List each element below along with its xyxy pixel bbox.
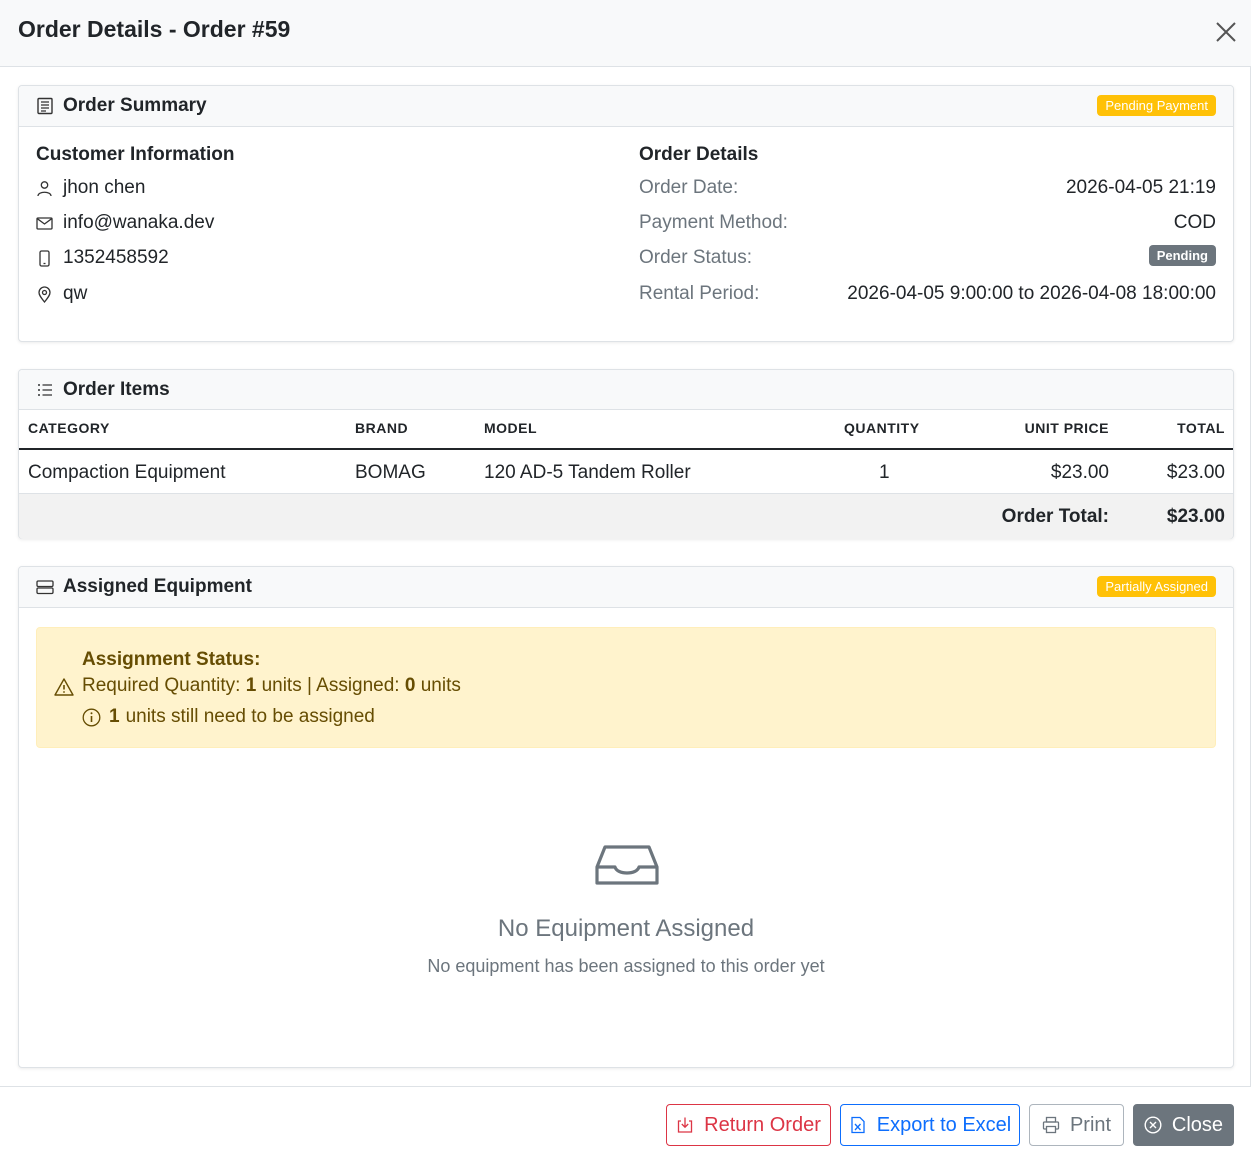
column-header-quantity: QUANTITY [844, 420, 920, 436]
customer-email-row: info@wanaka.dev [36, 211, 214, 235]
receipt-icon [37, 97, 53, 115]
order-total-value: $23.00 [1166, 506, 1225, 527]
customer-name-row: jhon chen [36, 176, 145, 200]
cell-brand: BOMAG [355, 462, 426, 483]
customer-info-heading: Customer Information [36, 144, 235, 165]
assignment-status-badge: Partially Assigned [1097, 576, 1216, 597]
assigned-quantity-value: 0 [404, 675, 416, 696]
customer-email: info@wanaka.dev [63, 212, 215, 233]
column-header-category: CATEGORY [28, 420, 110, 436]
column-header-model: MODEL [484, 420, 538, 436]
assigned-equipment-title: Assigned Equipment [63, 576, 252, 597]
order-date-value: 2026-04-05 21:19 [1065, 177, 1216, 198]
payment-method-value: COD [1173, 212, 1216, 233]
info-circle-icon [82, 708, 101, 726]
export-excel-button[interactable]: Export to Excel [840, 1104, 1020, 1146]
list-icon [38, 384, 52, 396]
modal-footer: Return Order Export to Excel Print Close [0, 1086, 1251, 1164]
order-details-heading: Order Details [639, 144, 759, 165]
customer-address: qw [63, 283, 88, 304]
required-quantity-line: Required Quantity: 1 units | Assigned: 0… [82, 675, 461, 697]
cell-unit-price: $23.00 [1050, 462, 1109, 483]
x-circle-icon [1144, 1116, 1162, 1134]
inbox-icon [595, 845, 659, 885]
required-quantity-label: Required Quantity: [82, 675, 241, 696]
print-button[interactable]: Print [1029, 1104, 1124, 1146]
return-order-label: Return Order [704, 1113, 821, 1136]
remaining-units-line: 1 units still need to be assigned [82, 706, 375, 728]
cell-model: 120 AD-5 Tandem Roller [484, 462, 691, 483]
order-details-modal: Order Details - Order #59 Order Summary … [0, 0, 1251, 1164]
order-items-title: Order Items [63, 379, 170, 400]
order-status-label: Order Status: [639, 247, 752, 268]
required-quantity-value: 1 [245, 675, 257, 696]
table-header-divider [19, 448, 1233, 450]
location-pin-icon [38, 285, 51, 303]
assigned-equipment-header: Assigned Equipment Partially Assigned [19, 567, 1233, 608]
print-label: Print [1069, 1113, 1112, 1136]
column-header-unit-price: UNIT PRICE [1024, 420, 1109, 436]
person-icon [37, 180, 52, 196]
empty-state-title: No Equipment Assigned [497, 915, 755, 942]
remaining-units-text: units still need to be assigned [125, 706, 375, 727]
order-summary-title: Order Summary [63, 95, 207, 116]
phone-icon [39, 249, 50, 267]
cell-category: Compaction Equipment [28, 462, 226, 483]
customer-phone: 1352458592 [63, 247, 169, 268]
hdd-stack-icon [36, 580, 54, 595]
close-icon[interactable] [1212, 18, 1240, 46]
order-total-label: Order Total: [1001, 506, 1109, 527]
order-items-header: Order Items [19, 370, 1233, 410]
order-summary-header: Order Summary Pending Payment [19, 86, 1233, 127]
box-arrow-in-down-icon [677, 1117, 693, 1133]
printer-icon [1042, 1116, 1060, 1134]
column-header-brand: BRAND [355, 420, 409, 436]
column-header-total: TOTAL [1177, 420, 1225, 436]
remaining-units-value: 1 [109, 706, 120, 727]
export-excel-label: Export to Excel [876, 1113, 1012, 1136]
order-items-card: Order Items CATEGORY BRAND MODEL QUANTIT… [18, 369, 1234, 539]
rental-period-value: 2026-04-05 9:00:00 to 2026-04-08 18:00:0… [847, 283, 1216, 304]
assigned-label: units | Assigned: [261, 675, 400, 696]
assigned-equipment-card: Assigned Equipment Partially Assigned As… [18, 566, 1234, 1068]
file-excel-icon [851, 1116, 865, 1134]
customer-address-row: qw [36, 282, 87, 306]
customer-name: jhon chen [63, 177, 146, 198]
cell-quantity: 1 [879, 462, 890, 483]
empty-state-subtitle: No equipment has been assigned to this o… [427, 956, 825, 976]
modal-header: Order Details - Order #59 [0, 0, 1251, 67]
order-date-label: Order Date: [639, 177, 739, 198]
return-order-button[interactable]: Return Order [666, 1104, 831, 1146]
cell-total: $23.00 [1166, 462, 1225, 483]
assignment-status-alert: Assignment Status: Required Quantity: 1 … [36, 627, 1216, 748]
payment-status-badge: Pending Payment [1097, 95, 1216, 116]
warning-triangle-icon [54, 678, 74, 696]
order-summary-card: Order Summary Pending Payment Customer I… [18, 85, 1234, 342]
rental-period-label: Rental Period: [639, 283, 760, 304]
customer-phone-row: 1352458592 [36, 246, 169, 270]
assignment-status-title: Assignment Status: [82, 649, 261, 670]
order-status-badge: Pending [1148, 245, 1216, 266]
envelope-icon [36, 216, 53, 230]
close-button[interactable]: Close [1133, 1104, 1234, 1146]
modal-title: Order Details - Order #59 [18, 16, 291, 42]
payment-method-label: Payment Method: [639, 212, 788, 233]
assigned-units: units [420, 675, 461, 696]
close-label: Close [1171, 1113, 1224, 1136]
